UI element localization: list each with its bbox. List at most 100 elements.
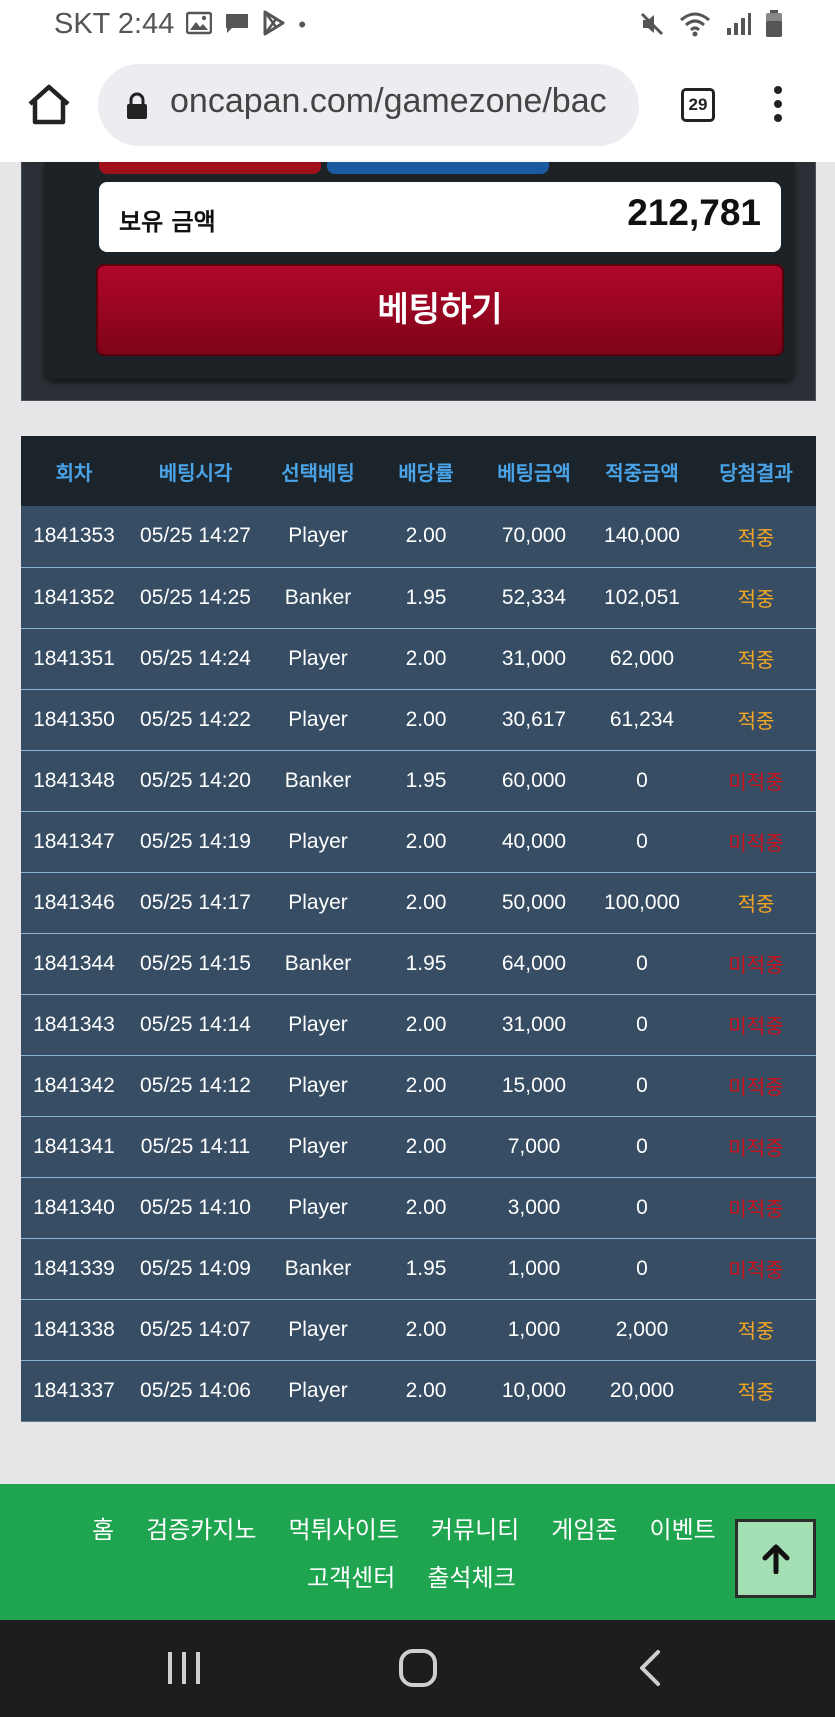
address-bar[interactable]: oncapan.com/gamezone/bac	[98, 64, 639, 146]
result-cell: 미적중	[696, 750, 816, 812]
round-cell: 1841344	[21, 933, 127, 995]
bet-time-cell: 05/25 14:07	[127, 1299, 264, 1361]
table-row: 1841350 05/25 14:22 Player 2.00 30,617 61,234…	[21, 689, 816, 751]
footer-link-gamezone[interactable]: 게임존	[551, 1510, 617, 1545]
table-row: 1841351 05/25 14:24 Player 2.00 31,000 62,000…	[21, 628, 816, 690]
selection-cell: Banker	[264, 1238, 372, 1300]
round-cell: 1841347	[21, 811, 127, 873]
footer-link-event[interactable]: 이벤트	[649, 1510, 715, 1545]
odds-cell: 2.00	[372, 1299, 480, 1361]
home-icon[interactable]	[26, 82, 72, 128]
win-amount-cell: 0	[588, 994, 696, 1056]
odds-cell: 2.00	[372, 872, 480, 934]
bet-amount-cell: 7,000	[480, 1116, 588, 1178]
selection-cell: Player	[264, 506, 372, 568]
bet-amount-cell: 30,617	[480, 689, 588, 751]
selection-cell: Player	[264, 1360, 372, 1422]
place-bet-button[interactable]: 베팅하기	[96, 264, 784, 356]
bet-amount-cell: 70,000	[480, 506, 588, 568]
round-cell: 1841352	[21, 567, 127, 629]
selection-cell: Player	[264, 1177, 372, 1239]
bet-time-cell: 05/25 14:20	[127, 750, 264, 812]
player-bet-button[interactable]	[99, 162, 321, 174]
round-cell: 1841341	[21, 1116, 127, 1178]
table-row: 1841346 05/25 14:17 Player 2.00 50,000 100,00…	[21, 872, 816, 934]
win-amount-cell: 100,000	[588, 872, 696, 934]
result-cell: 미적중	[696, 811, 816, 873]
footer-link-scam-sites[interactable]: 먹튀사이트	[289, 1510, 399, 1545]
banker-bet-button[interactable]	[327, 162, 549, 174]
bet-time-cell: 05/25 14:14	[127, 994, 264, 1056]
table-row: 1841342 05/25 14:12 Player 2.00 15,000 0 미적중	[21, 1055, 816, 1117]
bet-time-cell: 05/25 14:24	[127, 628, 264, 690]
play-store-icon	[262, 10, 286, 40]
bet-time-cell: 05/25 14:06	[127, 1360, 264, 1422]
win-amount-cell: 0	[588, 933, 696, 995]
round-cell: 1841337	[21, 1360, 127, 1422]
more-vert-icon[interactable]	[768, 86, 788, 126]
status-dot: •	[298, 11, 307, 37]
result-cell: 적중	[696, 1360, 816, 1422]
header-selection: 선택베팅	[264, 436, 372, 506]
selection-cell: Player	[264, 1055, 372, 1117]
result-cell: 미적중	[696, 994, 816, 1056]
round-cell: 1841351	[21, 628, 127, 690]
selection-cell: Player	[264, 1299, 372, 1361]
wifi-icon	[679, 11, 711, 41]
bet-amount-cell: 64,000	[480, 933, 588, 995]
bet-amount-cell: 15,000	[480, 1055, 588, 1117]
scroll-to-top-button[interactable]	[735, 1519, 816, 1598]
win-amount-cell: 0	[588, 1238, 696, 1300]
bet-time-cell: 05/25 14:27	[127, 506, 264, 568]
home-nav-icon[interactable]	[398, 1648, 438, 1692]
round-cell: 1841343	[21, 994, 127, 1056]
header-bet-time: 베팅시각	[127, 436, 264, 506]
footer-link-home[interactable]: 홈	[92, 1510, 114, 1545]
selection-cell: Player	[264, 872, 372, 934]
win-amount-cell: 140,000	[588, 506, 696, 568]
footer-link-verified-casino[interactable]: 검증카지노	[146, 1510, 256, 1545]
signal-icon	[725, 11, 751, 41]
round-cell: 1841342	[21, 1055, 127, 1117]
bet-amount-cell: 31,000	[480, 628, 588, 690]
round-cell: 1841353	[21, 506, 127, 568]
mute-icon	[639, 11, 665, 41]
table-row: 1841338 05/25 14:07 Player 2.00 1,000 2,000 적중	[21, 1299, 816, 1361]
bet-time-cell: 05/25 14:11	[127, 1116, 264, 1178]
header-win-amount: 적중금액	[588, 436, 696, 506]
footer-link-community[interactable]: 커뮤니티	[431, 1510, 519, 1545]
browser-toolbar: oncapan.com/gamezone/bac 29	[0, 50, 835, 162]
tab-switcher-button[interactable]: 29	[681, 88, 715, 122]
odds-cell: 2.00	[372, 506, 480, 568]
selection-cell: Player	[264, 689, 372, 751]
result-cell: 적중	[696, 1299, 816, 1361]
win-amount-cell: 0	[588, 811, 696, 873]
table-row: 1841347 05/25 14:19 Player 2.00 40,000 0 미적중	[21, 811, 816, 873]
win-amount-cell: 0	[588, 750, 696, 812]
table-row: 1841337 05/25 14:06 Player 2.00 10,000 20,000…	[21, 1360, 816, 1422]
selection-cell: Player	[264, 994, 372, 1056]
back-icon[interactable]	[638, 1648, 662, 1692]
result-cell: 미적중	[696, 1055, 816, 1117]
bet-amount-cell: 1,000	[480, 1238, 588, 1300]
win-amount-cell: 102,051	[588, 567, 696, 629]
odds-cell: 1.95	[372, 750, 480, 812]
footer-link-support[interactable]: 고객센터	[307, 1558, 395, 1593]
table-row: 1841352 05/25 14:25 Banker 1.95 52,334 102,05…	[21, 567, 816, 629]
bet-amount-cell: 1,000	[480, 1299, 588, 1361]
header-result: 당첨결과	[696, 436, 816, 506]
win-amount-cell: 0	[588, 1177, 696, 1239]
betting-panel: 보유 금액 212,781 베팅하기	[21, 162, 816, 401]
round-cell: 1841338	[21, 1299, 127, 1361]
result-cell: 적중	[696, 506, 816, 568]
recent-apps-icon[interactable]	[166, 1648, 202, 1692]
selection-cell: Player	[264, 1116, 372, 1178]
arrow-up-icon	[762, 1544, 790, 1574]
balance-box: 보유 금액 212,781	[99, 182, 781, 252]
bet-history-table: 회차 베팅시각 선택베팅 배당률 베팅금액 적중금액 당첨결과 1841353 0…	[21, 436, 816, 1422]
bet-amount-cell: 10,000	[480, 1360, 588, 1422]
footer-link-attendance[interactable]: 출석체크	[427, 1558, 515, 1593]
round-cell: 1841348	[21, 750, 127, 812]
win-amount-cell: 61,234	[588, 689, 696, 751]
site-footer: 홈 검증카지노 먹튀사이트 커뮤니티 게임존 이벤트 고객센터 출석체크	[0, 1484, 835, 1620]
